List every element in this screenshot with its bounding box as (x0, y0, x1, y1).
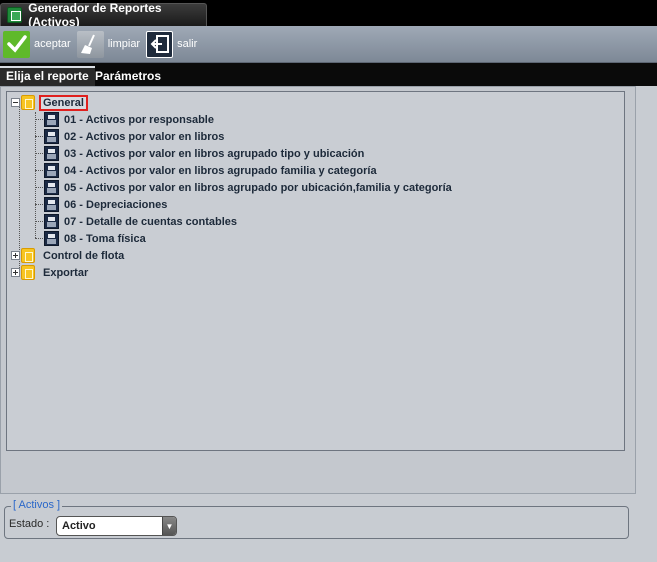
estado-value: Activo (62, 520, 96, 532)
report-label: 06 - Depreciaciones (64, 198, 168, 211)
tab-bar: Elija el reporte Parámetros (0, 63, 657, 86)
assets-filter-group: [ Activos ] Estado : Activo ▼ (4, 499, 629, 539)
estado-select[interactable]: Activo ▼ (56, 516, 177, 536)
report-tree: General 01 - Activos por responsable 02 … (6, 91, 625, 451)
printer-icon (44, 231, 59, 246)
tree-item-report[interactable]: 08 - Toma física (35, 230, 148, 247)
exit-icon (146, 30, 174, 58)
tree-node-label[interactable]: Control de flota (41, 250, 126, 262)
tree-item-report[interactable]: 07 - Detalle de cuentas contables (35, 213, 239, 230)
tab-parameters[interactable]: Parámetros (89, 66, 167, 86)
tree-node-label[interactable]: General (39, 94, 88, 111)
tab-choose-report[interactable]: Elija el reporte (0, 66, 95, 86)
expand-icon[interactable] (11, 251, 20, 260)
printer-icon (44, 129, 59, 144)
printer-icon (44, 112, 59, 127)
printer-icon (44, 180, 59, 195)
printer-icon (44, 214, 59, 229)
report-label: 02 - Activos por valor en libros (64, 130, 225, 143)
tree-node-label[interactable]: Exportar (41, 267, 90, 279)
printer-icon (44, 163, 59, 178)
estado-label: Estado : (9, 518, 50, 530)
tree-item-report[interactable]: 02 - Activos por valor en libros (35, 128, 226, 145)
report-generator-icon (7, 7, 23, 23)
report-label: 03 - Activos por valor en libros agrupad… (64, 147, 365, 160)
tree-item-report[interactable]: 05 - Activos por valor en libros agrupad… (35, 179, 454, 196)
report-panel: General 01 - Activos por responsable 02 … (0, 86, 636, 494)
printer-icon (44, 146, 59, 161)
window-title-tab: Generador de Reportes (Activos) (0, 1, 207, 29)
window-title: Generador de Reportes (Activos) (28, 1, 162, 29)
broom-icon (76, 30, 104, 58)
accept-label: aceptar (34, 38, 71, 50)
printer-icon (44, 197, 59, 212)
accept-button[interactable]: aceptar (3, 30, 71, 58)
exit-label: salir (177, 38, 198, 50)
folder-icon (21, 95, 35, 110)
report-label: 01 - Activos por responsable (64, 113, 214, 126)
toolbar: aceptar limpiar salir (0, 26, 657, 63)
tree-node-general[interactable]: General (11, 94, 88, 111)
checkmark-icon (3, 30, 30, 58)
folder-icon (21, 265, 35, 280)
folder-icon (21, 248, 35, 263)
tree-node-fleet-control[interactable]: Control de flota (11, 247, 126, 264)
clear-button[interactable]: limpiar (76, 30, 141, 58)
exit-button[interactable]: salir (146, 30, 198, 58)
tree-item-report[interactable]: 06 - Depreciaciones (35, 196, 169, 213)
tree-item-report[interactable]: 03 - Activos por valor en libros agrupad… (35, 145, 366, 162)
report-label: 04 - Activos por valor en libros agrupad… (64, 164, 377, 177)
expand-icon[interactable] (11, 268, 20, 277)
collapse-icon[interactable] (11, 98, 20, 107)
report-label: 07 - Detalle de cuentas contables (64, 215, 238, 228)
tree-item-report[interactable]: 01 - Activos por responsable (35, 111, 216, 128)
tree-node-export[interactable]: Exportar (11, 264, 90, 281)
fieldset-legend: [ Activos ] (11, 499, 63, 511)
clear-label: limpiar (107, 38, 141, 50)
report-label: 08 - Toma física (64, 232, 146, 245)
window-titlebar: Generador de Reportes (Activos) (0, 0, 657, 29)
chevron-down-icon[interactable]: ▼ (162, 517, 176, 535)
report-label: 05 - Activos por valor en libros agrupad… (64, 181, 452, 194)
tree-item-report[interactable]: 04 - Activos por valor en libros agrupad… (35, 162, 379, 179)
